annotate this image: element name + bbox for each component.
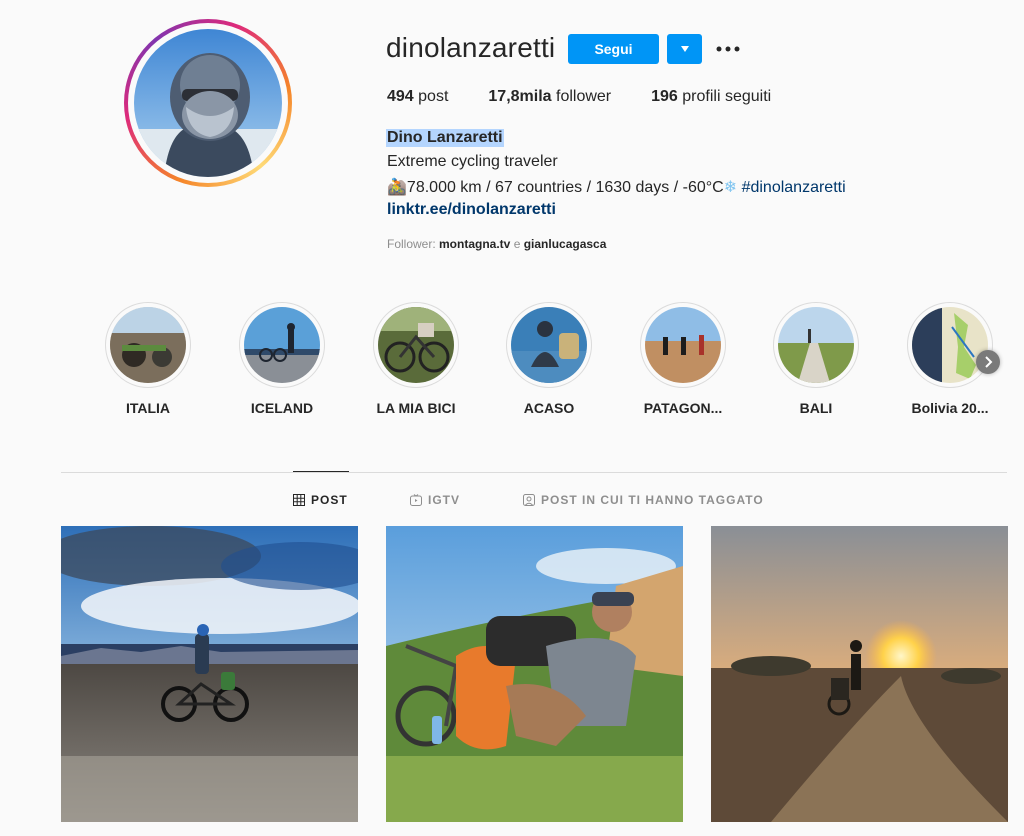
tagged-icon — [523, 494, 535, 506]
avatar-inner-ring — [128, 23, 288, 183]
profile-website-link[interactable]: linktr.ee/dinolanzaretti — [387, 201, 556, 219]
tab-tagged[interactable]: POST IN CUI TI HANNO TAGGATO — [523, 492, 764, 508]
profile-full-name: Dino Lanzaretti — [386, 129, 504, 147]
suggested-dropdown-button[interactable] — [667, 34, 702, 64]
bio-line-1: Extreme cycling traveler — [387, 153, 558, 170]
profile-stats: 494 post 17,8mila follower 196 profili s… — [387, 88, 811, 106]
tab-igtv-label: IGTV — [428, 493, 461, 507]
post-image — [61, 526, 358, 822]
more-options-button[interactable] — [712, 34, 744, 64]
highlight-cover — [912, 307, 988, 383]
highlight-item[interactable]: Bolivia 20... — [907, 302, 993, 416]
follow-button[interactable]: Segui — [568, 34, 659, 64]
tab-tagged-label: POST IN CUI TI HANNO TAGGATO — [541, 493, 764, 507]
more-horizontal-icon — [716, 46, 740, 52]
highlight-item[interactable]: ICELAND — [239, 302, 325, 416]
profile-avatar[interactable] — [124, 19, 292, 187]
highlight-ring — [907, 302, 993, 388]
highlight-label: BALI — [799, 400, 833, 416]
post-thumbnail[interactable] — [386, 526, 683, 822]
avatar-photo — [134, 29, 282, 177]
highlight-label: ACASO — [523, 400, 575, 416]
highlight-item[interactable]: PATAGON... — [640, 302, 726, 416]
highlight-ring — [773, 302, 859, 388]
highlight-cover — [378, 307, 454, 383]
followers-count-value: 17,8mila — [488, 88, 552, 105]
highlight-cover — [778, 307, 854, 383]
highlight-ring — [105, 302, 191, 388]
followers-count-label: follower — [551, 88, 612, 105]
chevron-right-icon — [985, 356, 993, 368]
highlight-label: PATAGON... — [643, 400, 723, 416]
posts-count-label: post — [413, 88, 449, 105]
tab-posts-label: POST — [311, 493, 348, 507]
bio-hashtag-link[interactable]: #dinolanzaretti — [737, 179, 846, 196]
active-tab-indicator — [293, 471, 349, 472]
followed-by: Follower: montagna.tv e gianlucagasca — [387, 237, 606, 251]
post-image — [386, 526, 683, 822]
posts-count: 494 post — [387, 88, 448, 106]
highlight-ring — [239, 302, 325, 388]
highlight-cover — [511, 307, 587, 383]
highlight-cover — [645, 307, 721, 383]
post-thumbnail[interactable] — [61, 526, 358, 822]
followed-by-separator: e — [510, 237, 524, 251]
highlight-label: ICELAND — [250, 400, 314, 416]
highlight-item[interactable]: BALI — [773, 302, 859, 416]
caret-down-icon — [680, 46, 689, 52]
highlight-item[interactable]: LA MIA BICI — [373, 302, 459, 416]
following-count[interactable]: 196 profili seguiti — [651, 88, 771, 106]
bio-line-2-text: 🚵78.000 km / 67 countries / 1630 days / … — [387, 179, 724, 196]
following-count-label: profili seguiti — [677, 88, 772, 105]
igtv-icon — [410, 494, 422, 506]
highlight-cover — [244, 307, 320, 383]
following-count-value: 196 — [651, 88, 678, 105]
bio-line-2: 🚵78.000 km / 67 countries / 1630 days / … — [387, 177, 846, 197]
followers-count[interactable]: 17,8mila follower — [488, 88, 611, 106]
post-image — [711, 526, 1008, 822]
tabs-divider — [61, 472, 1007, 473]
tab-posts[interactable]: POST — [293, 492, 348, 508]
profile-username: dinolanzaretti — [386, 32, 556, 63]
tab-igtv[interactable]: IGTV — [410, 492, 460, 508]
followed-by-user-2[interactable]: gianlucagasca — [524, 237, 607, 251]
posts-count-value: 494 — [387, 88, 414, 105]
highlight-item[interactable]: ACASO — [506, 302, 592, 416]
followed-by-user-1[interactable]: montagna.tv — [439, 237, 510, 251]
highlight-cover — [110, 307, 186, 383]
grid-icon — [293, 494, 305, 506]
followed-by-label: Follower: — [387, 237, 440, 251]
highlight-ring — [373, 302, 459, 388]
highlight-label: LA MIA BICI — [376, 400, 456, 416]
highlight-item[interactable]: ITALIA — [105, 302, 191, 416]
highlight-ring — [506, 302, 592, 388]
snowflake-emoji: ❄ — [723, 179, 738, 196]
highlights-next-button[interactable] — [976, 350, 1000, 374]
highlight-label: ITALIA — [125, 400, 171, 416]
highlight-ring — [640, 302, 726, 388]
highlight-label: Bolivia 20... — [911, 400, 989, 416]
post-thumbnail[interactable] — [711, 526, 1008, 822]
